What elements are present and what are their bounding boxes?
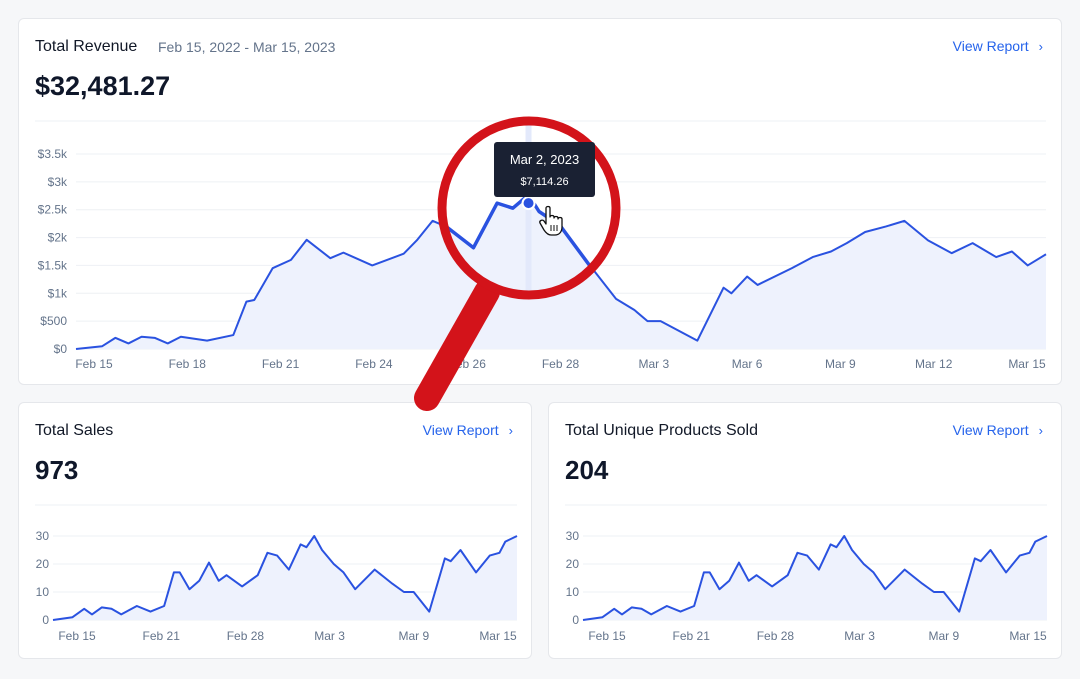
x-tick-label: Feb 24 [355,357,393,371]
x-tick-label: Feb 21 [143,629,181,643]
sales-chart: 0 10 20 30 Feb 15 Feb 21 Feb 28 Mar 3 Mar 9 Mar 1… [35,504,518,643]
y-tick-label: 0 [42,613,49,627]
x-tick-label: Feb 15 [58,629,96,643]
x-tick-label: Feb 21 [262,357,300,371]
x-tick-label: Feb 28 [542,357,580,371]
products-chart: 0 10 20 30 Feb 15 Feb 21 Feb 28 Mar 3 Mar 9 Mar 1… [565,504,1048,643]
y-tick-label: $0 [54,342,68,356]
total-revenue-card: Total Revenue Feb 15, 2022 - Mar 15, 202… [18,18,1062,385]
x-tick-label: Feb 28 [227,629,265,643]
y-tick-label: 30 [36,529,50,543]
y-tick-label: $3k [48,175,68,189]
y-tick-label: 30 [566,529,580,543]
series-area [76,195,1046,349]
y-tick-label: $500 [40,314,67,328]
y-tick-label: 20 [566,557,580,571]
y-tick-label: $2k [48,231,68,245]
x-tick-label: Mar 12 [915,357,953,371]
x-tick-label: Mar 3 [638,357,669,371]
x-tick-label: Mar 15 [479,629,517,643]
y-tick-label: 10 [36,585,50,599]
x-tick-label: Feb 15 [75,357,113,371]
x-tick-label: Feb 18 [169,357,207,371]
y-tick-label: 20 [36,557,50,571]
total-products-card: Total Unique Products Sold 204 View Repo… [548,402,1062,659]
y-tick-label: 10 [566,585,580,599]
y-tick-label: 0 [572,613,579,627]
series-area [583,536,1047,620]
x-tick-label: Mar 15 [1009,629,1047,643]
x-tick-label: Feb 15 [588,629,626,643]
y-tick-label: $2.5k [38,203,68,217]
x-tick-label: Feb 28 [757,629,795,643]
y-tick-label: $3.5k [38,147,68,161]
x-tick-label: Feb 21 [673,629,711,643]
x-tick-label: Mar 3 [844,629,875,643]
x-tick-label: Mar 9 [825,357,856,371]
x-tick-label: Mar 3 [314,629,345,643]
series-area [53,536,517,620]
x-tick-label: Mar 9 [928,629,959,643]
x-tick-label: Mar 9 [398,629,429,643]
x-tick-label: Mar 6 [732,357,763,371]
total-sales-card: Total Sales 973 View Report › 0 10 20 30 Feb… [18,402,532,659]
x-tick-label: Mar 15 [1008,357,1046,371]
y-tick-label: $1.5k [38,258,68,272]
x-tick-label: Feb 26 [449,357,487,371]
y-tick-label: $1k [48,286,68,300]
revenue-chart: $0 $500 $1k $1.5k $2k $2.5k $3k $3.5k Feb 15 Feb … [35,120,1047,371]
